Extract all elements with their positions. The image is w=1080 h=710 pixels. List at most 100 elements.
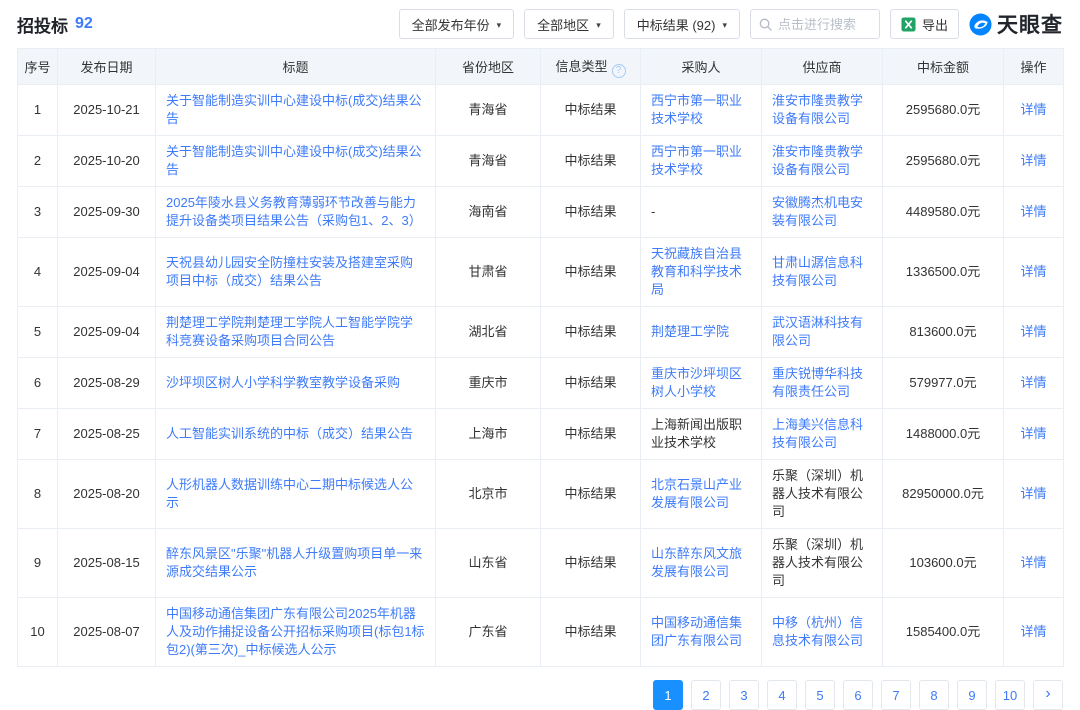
purchaser-link[interactable]: 天祝藏族自治县教育和科学技术局 [651, 246, 742, 297]
supplier-link[interactable]: 上海美兴信息科技有限公司 [772, 417, 863, 450]
next-page-button[interactable]: › [1033, 680, 1063, 710]
announcement-title-cell: 中国移动通信集团广东有限公司2025年机器人及动作捕捉设备公开招标采购项目(标包… [156, 598, 436, 667]
tianyancha-logo-text: 天眼查 [997, 9, 1063, 39]
info-type-cell: 中标结果 [541, 136, 641, 187]
supplier-link[interactable]: 重庆锐博华科技有限责任公司 [772, 366, 863, 399]
page-button-1[interactable]: 1 [653, 680, 683, 710]
row-index-text: 7 [34, 426, 41, 441]
info-type-text: 中标结果 [564, 486, 616, 501]
bid-amount-cell: 813600.0元 [883, 307, 1004, 358]
info-type-text: 中标结果 [564, 264, 616, 279]
page-button-3[interactable]: 3 [729, 680, 759, 710]
province-text: 山东省 [468, 555, 507, 570]
filter-publish-year-dropdown[interactable]: 全部发布年份 ▾ [399, 9, 515, 39]
export-button[interactable]: 导出 [890, 9, 959, 39]
detail-link-link[interactable]: 详情 [1020, 486, 1046, 501]
filter-controls: 全部发布年份 ▾ 全部地区 ▾ 中标结果 (92) ▾ 导 [399, 9, 1063, 39]
publish-date-cell: 2025-08-15 [58, 529, 156, 598]
page-button-6[interactable]: 6 [843, 680, 873, 710]
purchaser-link[interactable]: 中国移动通信集团广东有限公司 [651, 615, 742, 648]
supplier-link[interactable]: 中移（杭州）信息技术有限公司 [772, 615, 863, 648]
result-count: 92 [75, 15, 93, 33]
province-text: 海南省 [468, 204, 507, 219]
province-text: 上海市 [468, 426, 507, 441]
province-cell: 湖北省 [436, 307, 541, 358]
province-text: 湖北省 [468, 324, 507, 339]
page-button-7[interactable]: 7 [881, 680, 911, 710]
purchaser-cell: 上海新闻出版职业技术学校 [641, 409, 762, 460]
bid-amount-cell: 2595680.0元 [883, 136, 1004, 187]
announcement-title-link[interactable]: 关于智能制造实训中心建设中标(成交)结果公告 [166, 144, 422, 177]
purchaser-link[interactable]: 西宁市第一职业技术学校 [651, 93, 742, 126]
announcement-title-cell: 关于智能制造实训中心建设中标(成交)结果公告 [156, 85, 436, 136]
info-type-cell: 中标结果 [541, 307, 641, 358]
announcement-title-link[interactable]: 2025年陵水县义务教育薄弱环节改善与能力提升设备类项目结果公告（采购包1、2、… [166, 195, 422, 228]
page-button-2[interactable]: 2 [691, 680, 721, 710]
announcement-title-link[interactable]: 中国移动通信集团广东有限公司2025年机器人及动作捕捉设备公开招标采购项目(标包… [166, 606, 425, 657]
detail-link-link[interactable]: 详情 [1020, 624, 1046, 639]
purchaser-link[interactable]: 北京石景山产业发展有限公司 [651, 477, 742, 510]
supplier-cell: 乐聚（深圳）机器人技术有限公司 [762, 460, 883, 529]
row-index-text: 2 [34, 153, 41, 168]
announcement-title-cell: 沙坪坝区树人小学科学教室教学设备采购 [156, 358, 436, 409]
bid-amount-text: 1336500.0元 [906, 264, 980, 279]
page-button-10[interactable]: 10 [995, 680, 1025, 710]
col-info-type: 信息类型? [541, 49, 641, 85]
province-cell: 重庆市 [436, 358, 541, 409]
page-button-9[interactable]: 9 [957, 680, 987, 710]
detail-link-link[interactable]: 详情 [1020, 204, 1046, 219]
detail-link-link[interactable]: 详情 [1020, 102, 1046, 117]
table-row: 52025-09-04荆楚理工学院荆楚理工学院人工智能学院学科竞赛设备采购项目合… [18, 307, 1064, 358]
bid-amount-text: 813600.0元 [909, 324, 976, 339]
bid-amount-cell: 579977.0元 [883, 358, 1004, 409]
supplier-link[interactable]: 淮安市隆贵教学设备有限公司 [772, 144, 863, 177]
search-input[interactable] [778, 17, 871, 32]
announcement-title-link[interactable]: 人形机器人数据训练中心二期中标候选人公示 [166, 477, 413, 510]
purchaser-text: - [651, 204, 655, 219]
filter-info-type-dropdown[interactable]: 中标结果 (92) ▾ [624, 9, 740, 39]
purchaser-cell: 西宁市第一职业技术学校 [641, 136, 762, 187]
row-index-cell: 6 [18, 358, 58, 409]
table-header-row: 序号 发布日期 标题 省份地区 信息类型? 采购人 供应商 中标金额 操作 [18, 49, 1064, 85]
detail-link-link[interactable]: 详情 [1020, 153, 1046, 168]
announcement-title-link[interactable]: 荆楚理工学院荆楚理工学院人工智能学院学科竞赛设备采购项目合同公告 [166, 315, 413, 348]
page-button-8[interactable]: 8 [919, 680, 949, 710]
pagination: 123456789 10 › [17, 680, 1063, 710]
detail-link-link[interactable]: 详情 [1020, 324, 1046, 339]
table-row: 32025-09-302025年陵水县义务教育薄弱环节改善与能力提升设备类项目结… [18, 187, 1064, 238]
info-type-cell: 中标结果 [541, 187, 641, 238]
purchaser-link[interactable]: 山东醉东风文旅发展有限公司 [651, 546, 742, 579]
announcement-title-link[interactable]: 醉东风景区"乐聚"机器人升级置购项目单一来源成交结果公示 [166, 546, 422, 579]
supplier-link[interactable]: 武汉语淋科技有限公司 [772, 315, 863, 348]
detail-link-link[interactable]: 详情 [1020, 555, 1046, 570]
publish-date-cell: 2025-08-29 [58, 358, 156, 409]
detail-link-link[interactable]: 详情 [1020, 264, 1046, 279]
purchaser-link[interactable]: 重庆市沙坪坝区树人小学校 [651, 366, 742, 399]
announcement-title-link[interactable]: 关于智能制造实训中心建设中标(成交)结果公告 [166, 93, 422, 126]
search-box[interactable] [750, 9, 880, 39]
announcement-title-link[interactable]: 天祝县幼儿园安全防撞柱安装及搭建室采购项目中标（成交）结果公告 [166, 255, 413, 288]
bid-amount-cell: 2595680.0元 [883, 85, 1004, 136]
info-type-cell: 中标结果 [541, 358, 641, 409]
purchaser-link[interactable]: 荆楚理工学院 [651, 324, 729, 339]
page-button-5[interactable]: 5 [805, 680, 835, 710]
detail-link-cell: 详情 [1004, 358, 1064, 409]
detail-link-link[interactable]: 详情 [1020, 426, 1046, 441]
announcement-title-link[interactable]: 人工智能实训系统的中标（成交）结果公告 [166, 426, 413, 441]
detail-link-link[interactable]: 详情 [1020, 375, 1046, 390]
filter-region-dropdown[interactable]: 全部地区 ▾ [524, 9, 614, 39]
col-amount: 中标金额 [883, 49, 1004, 85]
supplier-link[interactable]: 甘肃山潺信息科技有限公司 [772, 255, 863, 288]
province-text: 广东省 [468, 624, 507, 639]
bid-amount-text: 2595680.0元 [906, 153, 980, 168]
row-index-text: 1 [34, 102, 41, 117]
purchaser-link[interactable]: 西宁市第一职业技术学校 [651, 144, 742, 177]
search-icon [759, 18, 772, 31]
help-icon[interactable]: ? [612, 64, 626, 78]
page-button-4[interactable]: 4 [767, 680, 797, 710]
detail-link-cell: 详情 [1004, 238, 1064, 307]
supplier-link[interactable]: 淮安市隆贵教学设备有限公司 [772, 93, 863, 126]
announcement-title-link[interactable]: 沙坪坝区树人小学科学教室教学设备采购 [166, 375, 400, 390]
bidding-panel: 招投标 92 全部发布年份 ▾ 全部地区 ▾ 中标结果 (92) ▾ [0, 0, 1080, 710]
supplier-link[interactable]: 安徽腾杰机电安装有限公司 [772, 195, 863, 228]
